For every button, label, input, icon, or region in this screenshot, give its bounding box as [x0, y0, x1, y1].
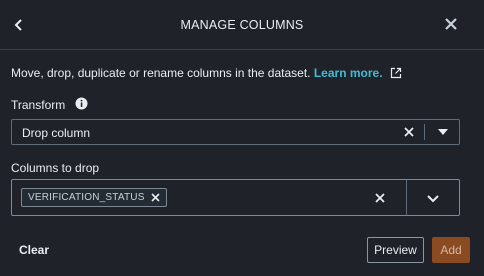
info-icon[interactable]: [75, 97, 88, 110]
modal-title: MANAGE COLUMNS: [180, 18, 304, 32]
description: Move, drop, duplicate or rename columns …: [11, 66, 402, 80]
column-token: VERIFICATION_STATUS: [21, 188, 167, 207]
clear-icon[interactable]: [403, 126, 415, 138]
clear-all-icon[interactable]: [374, 192, 386, 204]
description-text: Move, drop, duplicate or rename columns …: [11, 66, 311, 80]
select-divider: [424, 124, 425, 140]
preview-button[interactable]: Preview: [367, 237, 424, 263]
add-button[interactable]: Add: [432, 237, 470, 263]
columns-to-drop-label: Columns to drop: [11, 161, 100, 175]
chevron-down-icon[interactable]: [426, 194, 440, 203]
clear-button[interactable]: Clear: [19, 243, 49, 257]
modal-header: MANAGE COLUMNS: [0, 0, 484, 50]
transform-select-value: Drop column: [22, 126, 91, 140]
close-icon[interactable]: [442, 15, 460, 33]
remove-token-icon[interactable]: [151, 193, 160, 202]
transform-label: Transform: [11, 98, 66, 112]
external-link-icon[interactable]: [390, 67, 402, 79]
columns-to-drop-multiselect[interactable]: VERIFICATION_STATUS: [11, 179, 460, 216]
column-token-label: VERIFICATION_STATUS: [28, 192, 145, 203]
transform-select[interactable]: Drop column: [11, 119, 460, 145]
learn-more-link[interactable]: Learn more.: [314, 66, 383, 80]
caret-down-icon[interactable]: [437, 128, 449, 136]
multiselect-divider: [406, 180, 407, 215]
